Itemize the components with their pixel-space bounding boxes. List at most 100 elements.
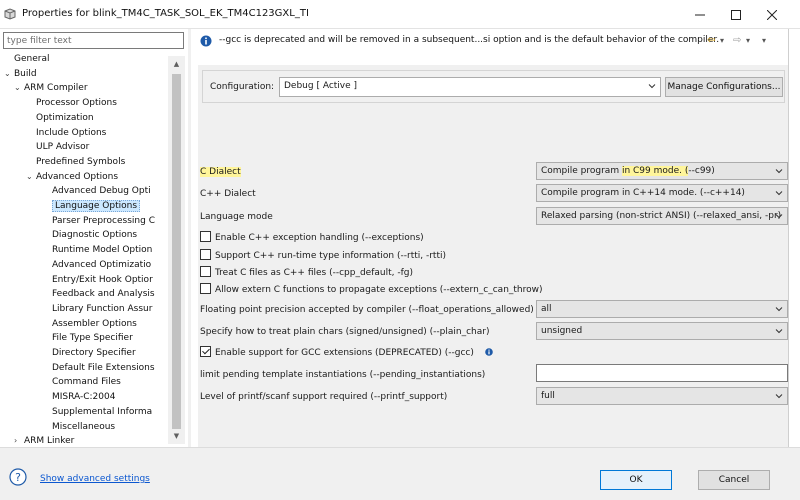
extern-c-checkbox[interactable] xyxy=(200,283,211,294)
tree-item[interactable]: Miscellaneous xyxy=(42,420,115,434)
tree-item[interactable]: Advanced Optimizatio xyxy=(42,258,151,272)
chevron-down-icon xyxy=(775,394,783,399)
navigation-buttons: ⇦ ▾ ⇨ ▾ ▾ xyxy=(707,34,787,48)
manage-configurations-button[interactable]: Manage Configurations... xyxy=(665,77,783,97)
message-bar: --gcc is deprecated and will be removed … xyxy=(191,29,788,53)
tree-item[interactable]: Default File Extensions xyxy=(42,361,155,375)
back-arrow-icon[interactable]: ⇦ xyxy=(707,34,715,48)
cpp-default-checkbox-row[interactable]: Treat C files as C++ files (--cpp_defaul… xyxy=(200,266,413,280)
tree-item[interactable]: Entry/Exit Hook Optior xyxy=(42,273,153,287)
svg-text:?: ? xyxy=(15,471,21,484)
language-mode-value: Relaxed parsing (non-strict ANSI) (--rel… xyxy=(541,211,782,221)
plain-char-select[interactable]: unsigned xyxy=(536,322,788,340)
rtti-label: Support C++ run-time type information (-… xyxy=(215,251,446,261)
cpp-default-checkbox[interactable] xyxy=(200,266,211,277)
c-dialect-select[interactable]: Compile program in C99 mode. (--c99) xyxy=(536,162,788,180)
tree-item[interactable]: Optimization xyxy=(26,111,94,125)
tree-item[interactable]: ULP Advisor xyxy=(26,140,89,154)
help-icon[interactable]: ? xyxy=(9,468,27,486)
tree-item-label: Parser Preprocessing C xyxy=(52,215,155,226)
tree-item-label: Advanced Optimizatio xyxy=(52,259,152,270)
tree-item[interactable]: Predefined Symbols xyxy=(26,155,125,169)
tree-item-label: Command Files xyxy=(52,377,121,388)
maximize-button[interactable] xyxy=(716,0,756,29)
forward-arrow-icon[interactable]: ⇨ xyxy=(733,34,741,48)
float-ops-value: all xyxy=(541,304,552,314)
filter-input[interactable] xyxy=(3,32,184,49)
tree-item[interactable]: ⌄ Advanced Options xyxy=(26,170,118,184)
tree-item-label: ULP Advisor xyxy=(36,142,90,153)
chevron-down-icon xyxy=(775,191,783,196)
gcc-checkbox[interactable] xyxy=(200,346,211,357)
chevron-down-icon[interactable]: ⌄ xyxy=(26,170,36,184)
tree-item[interactable]: Runtime Model Option xyxy=(42,243,152,257)
chevron-down-icon xyxy=(775,169,783,174)
tree-item[interactable]: Parser Preprocessing C xyxy=(42,214,155,228)
language-mode-label: Language mode xyxy=(200,212,273,222)
extern-c-checkbox-row[interactable]: Allow extern C functions to propagate ex… xyxy=(200,283,543,297)
tree-item-label: Miscellaneous xyxy=(52,421,116,432)
chevron-down-icon xyxy=(775,214,783,219)
title-bar: Properties for blink_TM4C_TASK_SOL_EK_TM… xyxy=(0,0,800,29)
scroll-up-icon[interactable]: ▲ xyxy=(172,59,181,69)
c-dialect-value-post: --c99) xyxy=(688,166,715,176)
tree-item[interactable]: ⌄ Build xyxy=(4,67,37,81)
scrollbar-thumb[interactable] xyxy=(172,74,181,429)
tree-item[interactable]: Command Files xyxy=(42,375,121,389)
tree-item[interactable]: › ARM Linker xyxy=(14,434,74,444)
tree-item-label: Default File Extensions xyxy=(52,362,155,373)
chevron-right-icon[interactable]: › xyxy=(14,434,24,444)
tree-item-label: Advanced Options xyxy=(36,171,119,182)
show-advanced-settings-link[interactable]: Show advanced settings xyxy=(40,474,150,484)
close-button[interactable] xyxy=(752,0,792,29)
tree-item[interactable]: Feedback and Analysis xyxy=(42,287,155,301)
ok-button[interactable]: OK xyxy=(600,470,672,490)
tree-item-label: Predefined Symbols xyxy=(36,156,126,167)
maximize-icon xyxy=(731,9,741,20)
dialog-button-bar: ? Show advanced settings OK Cancel xyxy=(0,447,800,500)
language-mode-select[interactable]: Relaxed parsing (non-strict ANSI) (--rel… xyxy=(536,207,788,225)
tree-item-label: Include Options xyxy=(36,127,107,138)
tree-item[interactable]: Advanced Debug Opti xyxy=(42,184,151,198)
forward-menu-icon[interactable]: ▾ xyxy=(746,34,750,48)
tree-item[interactable]: MISRA-C:2004 xyxy=(42,390,115,404)
tree-item[interactable]: File Type Specifier xyxy=(42,331,133,345)
minimize-button[interactable] xyxy=(680,0,720,29)
tree-item[interactable]: Assembler Options xyxy=(42,317,137,331)
chevron-down-icon[interactable]: ⌄ xyxy=(14,81,24,95)
rtti-checkbox[interactable] xyxy=(200,249,211,260)
tree-item[interactable]: Library Function Assur xyxy=(42,302,152,316)
scroll-down-icon[interactable]: ▼ xyxy=(172,431,181,441)
extern-c-label: Allow extern C functions to propagate ex… xyxy=(215,285,543,295)
chevron-down-icon[interactable]: ⌄ xyxy=(4,67,14,81)
tree-item[interactable]: Processor Options xyxy=(26,96,117,110)
tree-item[interactable]: Supplemental Informa xyxy=(42,405,152,419)
tree-item[interactable]: ⌄ ARM Compiler xyxy=(14,81,88,95)
tree-item[interactable]: General xyxy=(4,52,49,66)
view-menu-icon[interactable]: ▾ xyxy=(762,34,766,48)
tree-item[interactable]: Directory Specifier xyxy=(42,346,136,360)
app-icon xyxy=(4,8,16,20)
message-text: --gcc is deprecated and will be removed … xyxy=(219,35,720,45)
float-ops-select[interactable]: all xyxy=(536,300,788,318)
gcc-checkbox-row[interactable]: Enable support for GCC extensions (DEPRE… xyxy=(200,346,493,360)
printf-support-select[interactable]: full xyxy=(536,387,788,405)
options-content: Configuration: Debug [ Active ] Manage C… xyxy=(198,65,788,447)
exceptions-checkbox[interactable] xyxy=(200,231,211,242)
tree-item-label: ARM Linker xyxy=(24,436,75,444)
printf-support-label: Level of printf/scanf support required (… xyxy=(200,392,448,402)
configuration-select[interactable]: Debug [ Active ] xyxy=(279,77,661,97)
tree-vertical-scrollbar[interactable]: ▲ ▼ xyxy=(168,56,185,444)
chevron-down-icon xyxy=(775,329,783,334)
tree-item-label: Language Options xyxy=(52,200,141,212)
exceptions-checkbox-row[interactable]: Enable C++ exception handling (--excepti… xyxy=(200,231,424,245)
tree-item[interactable]: Include Options xyxy=(26,126,106,140)
rtti-checkbox-row[interactable]: Support C++ run-time type information (-… xyxy=(200,249,446,263)
pending-instantiations-input[interactable] xyxy=(536,364,788,382)
tree-item[interactable]: Language Options xyxy=(42,199,141,213)
cancel-button[interactable]: Cancel xyxy=(698,470,770,490)
tree-item[interactable]: Diagnostic Options xyxy=(42,228,137,242)
cpp-dialect-select[interactable]: Compile program in C++14 mode. (--c++14) xyxy=(536,184,788,202)
back-menu-icon[interactable]: ▾ xyxy=(720,34,724,48)
tree-item-label: Diagnostic Options xyxy=(52,230,138,241)
